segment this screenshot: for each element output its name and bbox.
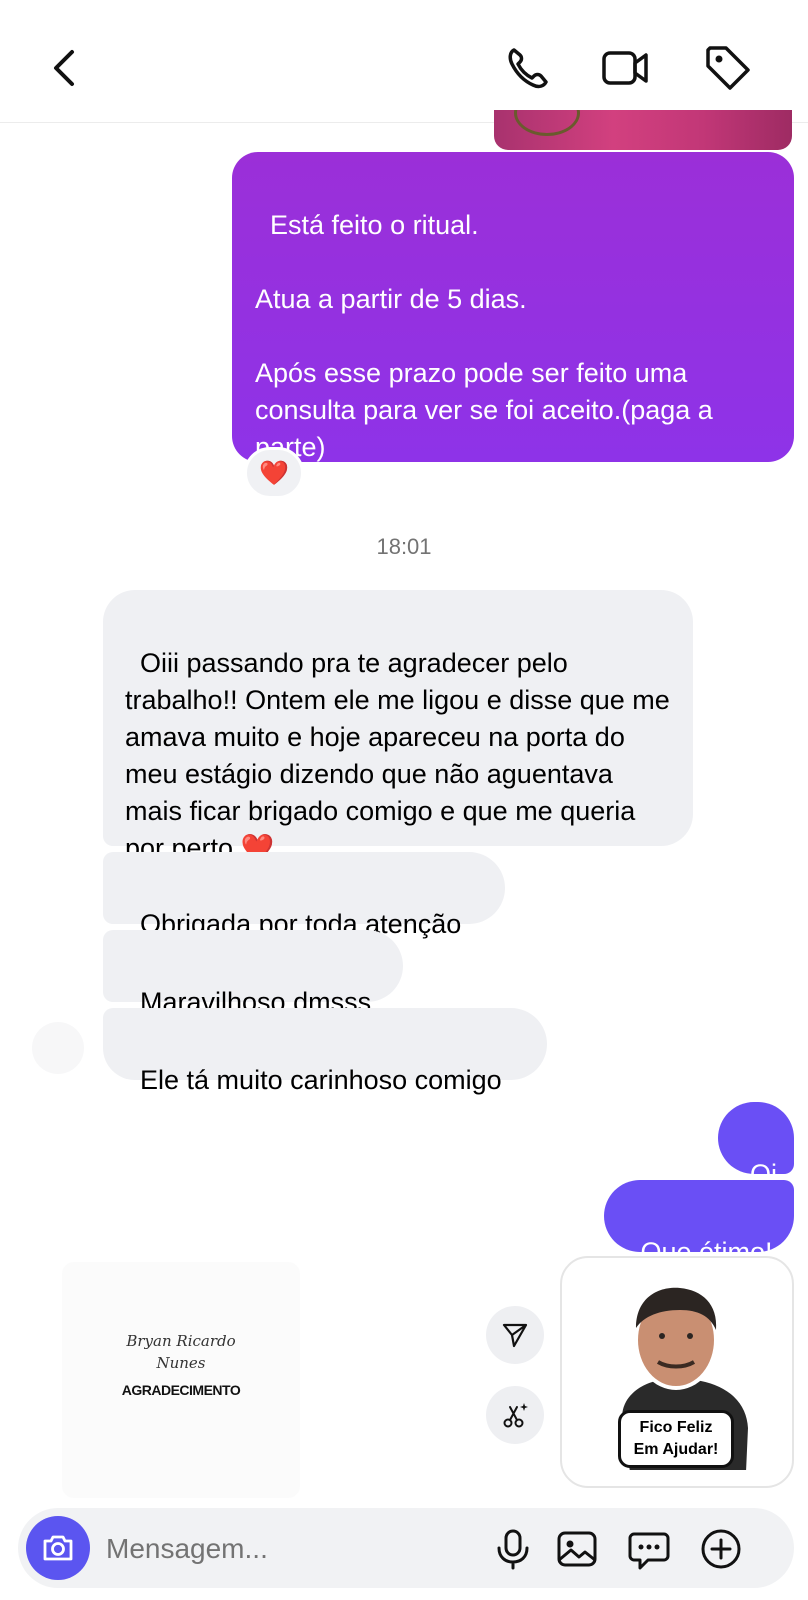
scissors-sparkle-icon [503, 1403, 528, 1428]
heart-reaction[interactable]: ❤️ [244, 447, 304, 499]
tag-icon[interactable] [700, 40, 756, 96]
plus-icon[interactable] [698, 1526, 744, 1572]
message-composer [18, 1508, 794, 1588]
incoming-message-obrigada[interactable]: Obrigada por toda atenção [103, 852, 505, 939]
gift-card-caption: AGRADECIMENTO [121, 1382, 241, 1398]
sticker-icon[interactable] [626, 1526, 672, 1572]
chat-header [0, 0, 808, 123]
heart-icon: ❤️ [259, 459, 289, 487]
incoming-message-thanks[interactable]: Oiii passando pra te agradecer pelo trab… [103, 590, 693, 863]
gift-card-image[interactable]: Bryan Ricardo Nunes AGRADECIMENTO [62, 1262, 300, 1498]
sticker-caption: Fico Feliz Em Ajudar! [618, 1410, 734, 1468]
outgoing-message-oi[interactable]: Oi [718, 1102, 794, 1189]
gallery-icon[interactable] [554, 1526, 600, 1572]
send-icon [502, 1323, 528, 1348]
video-camera-icon[interactable] [598, 40, 654, 96]
back-chevron-icon[interactable] [38, 40, 94, 96]
message-text: Ele tá muito carinhoso comigo [140, 1065, 502, 1095]
message-input[interactable] [104, 1526, 478, 1572]
remix-button[interactable] [486, 1386, 544, 1444]
avatar[interactable] [32, 1022, 84, 1074]
sticker-image: Fico Feliz Em Ajudar! [598, 1278, 758, 1474]
camera-button[interactable] [26, 1516, 90, 1580]
microphone-icon[interactable] [490, 1526, 536, 1572]
message-timestamp: 18:01 [376, 534, 432, 559]
phone-icon[interactable] [500, 40, 556, 96]
forward-button[interactable] [486, 1306, 544, 1364]
outgoing-message-otimo[interactable]: Que ótimo! [604, 1180, 794, 1267]
message-text: Está feito o ritual. Atua a partir de 5 … [255, 210, 713, 462]
camera-icon [43, 1535, 73, 1561]
outgoing-message-ritual[interactable]: Está feito o ritual. Atua a partir de 5 … [232, 152, 794, 462]
incoming-message-maravilhoso[interactable]: Maravilhoso dmsss [103, 930, 403, 1017]
gift-card-name: Bryan Ricardo Nunes [126, 1332, 236, 1372]
sticker-message[interactable]: Fico Feliz Em Ajudar! [560, 1256, 794, 1488]
shared-photo-preview[interactable] [494, 110, 792, 150]
incoming-message-carinhoso[interactable]: Ele tá muito carinhoso comigo [103, 1008, 547, 1095]
message-text: Oiii passando pra te agradecer pelo trab… [125, 648, 678, 863]
